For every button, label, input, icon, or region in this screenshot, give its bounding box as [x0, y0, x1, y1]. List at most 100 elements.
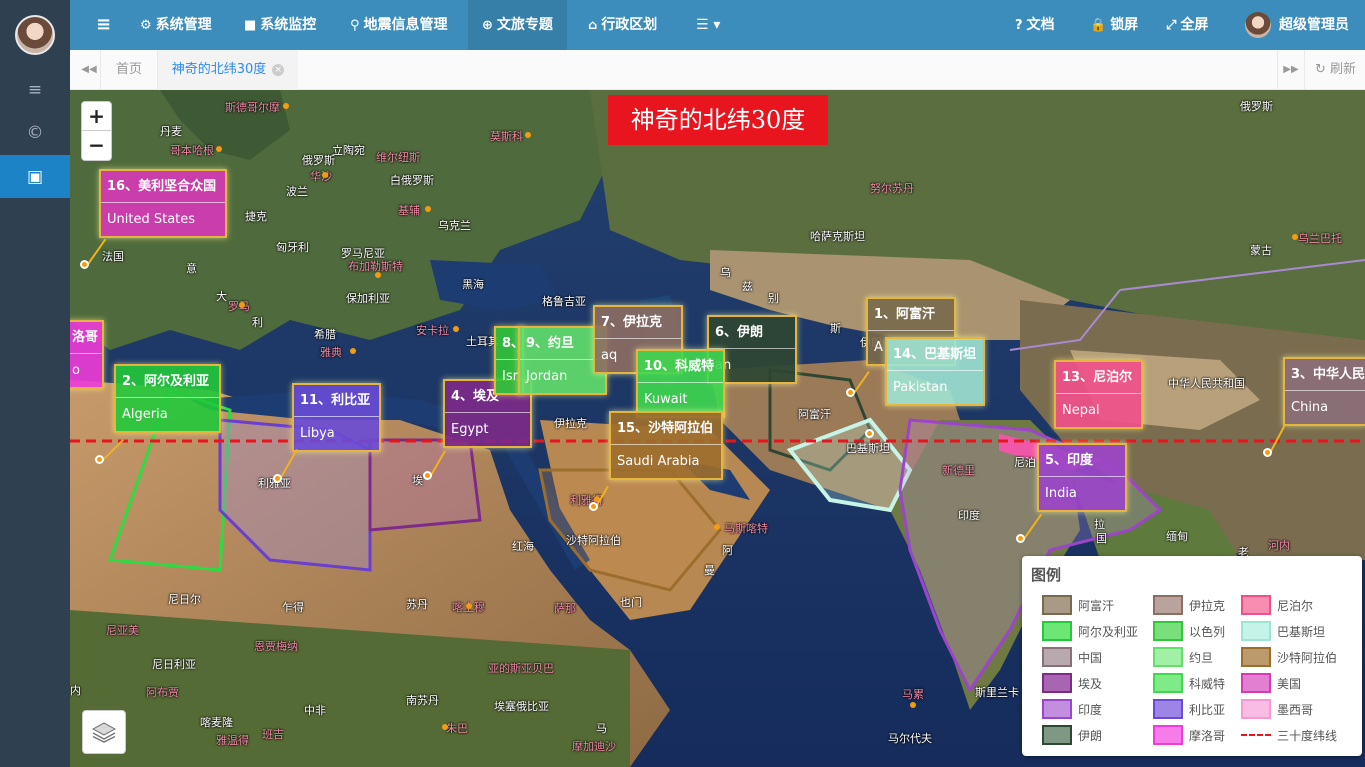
question-icon: ?	[1015, 18, 1023, 33]
nav-administrative-division[interactable]: ⌂ 行政区划	[588, 0, 657, 50]
map-label: 努尔苏丹	[870, 182, 914, 195]
map-label: 曼	[704, 564, 715, 577]
city-dot	[910, 702, 916, 708]
legend-label: 尼泊尔	[1277, 599, 1314, 613]
map-label: 埃塞俄比亚	[494, 700, 549, 713]
country-card-cn: 6、伊朗	[709, 317, 795, 349]
menu-toggle-icon[interactable]: ≡	[96, 0, 111, 50]
legend-swatch	[1042, 673, 1072, 693]
legend-label: 巴基斯坦	[1277, 625, 1326, 639]
layers-button[interactable]	[82, 710, 126, 754]
country-marker[interactable]	[1263, 448, 1272, 457]
legend-label: 沙特阿拉伯	[1277, 651, 1338, 665]
map-label: 华沙	[310, 170, 332, 183]
map-label: 斯	[830, 322, 841, 335]
country-card-cn: 7、伊拉克	[595, 307, 681, 339]
country-card-india[interactable]: 5、印度 India	[1037, 443, 1127, 512]
fullscreen-label: 全屏	[1180, 17, 1209, 33]
country-card-cn: 11、利比亚	[294, 385, 379, 417]
globe-icon: ⊕	[482, 18, 493, 33]
legend-swatch	[1042, 699, 1072, 719]
country-marker[interactable]	[1016, 534, 1025, 543]
legend-label: 摩洛哥	[1189, 729, 1226, 743]
nav-label: 系统管理	[155, 17, 212, 33]
sidebar-copyright-icon[interactable]: ©	[0, 111, 70, 154]
country-card-morocco[interactable]: 洛哥 o	[70, 320, 104, 389]
legend-label: 美国	[1277, 677, 1302, 691]
country-marker[interactable]	[865, 429, 874, 438]
user-avatar	[1245, 12, 1271, 38]
docs-link[interactable]: ? 文档	[1015, 0, 1055, 50]
tab-prev-button[interactable]: ◀◀	[78, 50, 100, 90]
map-label: 捷克	[245, 210, 267, 223]
map-label: 也门	[620, 596, 642, 609]
map-label: 阿	[722, 544, 733, 557]
legend-swatch	[1042, 647, 1072, 667]
country-marker[interactable]	[846, 388, 855, 397]
user-menu[interactable]: 超级管理员	[1245, 0, 1349, 50]
country-marker[interactable]	[589, 502, 598, 511]
country-card-pakistan[interactable]: 14、巴基斯坦 Pakistan	[885, 337, 985, 406]
sidebar-avatar[interactable]	[15, 15, 55, 55]
bank-icon: ⌂	[588, 18, 598, 33]
tab-home[interactable]: 首页	[100, 50, 158, 90]
country-card-kuwait[interactable]: 10、科威特 Kuwait	[636, 349, 725, 418]
nav-system-manage[interactable]: ⚙ 系统管理	[140, 0, 212, 50]
map-label: 别	[768, 292, 779, 305]
tab-bar: ◀◀ 首页 神奇的北纬30度 × ▶▶ ↻ 刷新	[70, 50, 1365, 90]
zoom-out-button[interactable]: −	[81, 131, 112, 161]
country-card-china[interactable]: 3、中华人民 China	[1283, 357, 1365, 426]
country-marker[interactable]	[423, 471, 432, 480]
country-card-nepal[interactable]: 13、尼泊尔 Nepal	[1054, 360, 1143, 429]
legend-label: 阿富汗	[1078, 599, 1115, 613]
fullscreen-button[interactable]: ⤢ 全屏	[1166, 0, 1208, 50]
map-label: 匈牙利	[276, 241, 309, 254]
map-legend: 图例 阿富汗 伊拉克 尼泊尔 阿尔及利亚 以色列 巴基斯坦 中国 约旦 沙特阿拉伯 埃及 科威特 美国…	[1022, 556, 1362, 756]
map-label: 印度	[958, 509, 980, 522]
map-label: 喀麦隆	[200, 716, 233, 729]
lock-screen-button[interactable]: 🔒 锁屏	[1090, 0, 1138, 50]
docs-label: 文档	[1026, 17, 1055, 33]
map-label: 保加利亚	[346, 292, 390, 305]
map-label: 意	[186, 262, 197, 275]
country-card-libya[interactable]: 11、利比亚 Libya	[292, 383, 381, 452]
map-label: 恩贾梅纳	[254, 640, 298, 653]
country-card-algeria[interactable]: 2、阿尔及利亚 Algeria	[114, 364, 221, 433]
refresh-button[interactable]: ↻ 刷新	[1315, 50, 1356, 90]
map-label: 国	[1096, 532, 1107, 545]
tab-next-button[interactable]: ▶▶	[1277, 50, 1305, 90]
map-label: 希腊	[314, 328, 336, 341]
country-card-en: India	[1045, 486, 1077, 501]
nav-culture-tourism[interactable]: ⊕ 文旅专题	[468, 0, 567, 50]
country-card-cn: 洛哥	[70, 322, 102, 354]
city-dot	[239, 302, 245, 308]
nav-label: 系统监控	[260, 17, 317, 33]
map-label: 斯德哥尔摩	[225, 101, 280, 114]
country-card-saudi-arabia[interactable]: 15、沙特阿拉伯 Saudi Arabia	[609, 411, 723, 480]
map-label: 黑海	[462, 278, 484, 291]
tab-current[interactable]: 神奇的北纬30度 ×	[158, 50, 298, 90]
zoom-in-button[interactable]: +	[81, 101, 112, 131]
map-view[interactable]: 斯德哥尔摩 丹麦 哥本哈根 立陶宛 维尔纽斯 俄罗斯 莫斯科 华沙 白俄罗斯 波…	[70, 90, 1365, 767]
country-card-en: China	[1291, 400, 1329, 415]
video-camera-icon: ■	[244, 18, 257, 33]
tab-close-icon[interactable]: ×	[272, 63, 285, 76]
nav-more-dropdown[interactable]: ☰ ▾	[696, 0, 720, 50]
country-marker[interactable]	[273, 474, 282, 483]
sidebar-image-icon[interactable]: ▣	[0, 155, 70, 198]
legend-swatch	[1153, 595, 1183, 615]
sidebar-menu-icon[interactable]: ≡	[0, 68, 70, 111]
nav-earthquake-info[interactable]: ⚲ 地震信息管理	[350, 0, 448, 50]
top-navbar: ≡ ⚙ 系统管理 ■ 系统监控 ⚲ 地震信息管理 ⊕ 文旅专题 ⌂ 行政区划 ☰ ▾ ? 文…	[70, 0, 1365, 50]
refresh-icon: ↻	[1315, 62, 1326, 77]
country-marker[interactable]	[95, 455, 104, 464]
country-card-united-states[interactable]: 16、美利坚合众国 United States	[99, 169, 227, 238]
lock-label: 锁屏	[1110, 17, 1139, 33]
map-label: 新德里	[942, 464, 975, 477]
country-marker[interactable]	[80, 260, 89, 269]
map-label: 雅典	[320, 346, 342, 359]
city-dot	[216, 146, 222, 152]
nav-system-monitor[interactable]: ■ 系统监控	[244, 0, 316, 50]
legend-label: 伊拉克	[1189, 599, 1226, 613]
legend-swatch	[1153, 647, 1183, 667]
